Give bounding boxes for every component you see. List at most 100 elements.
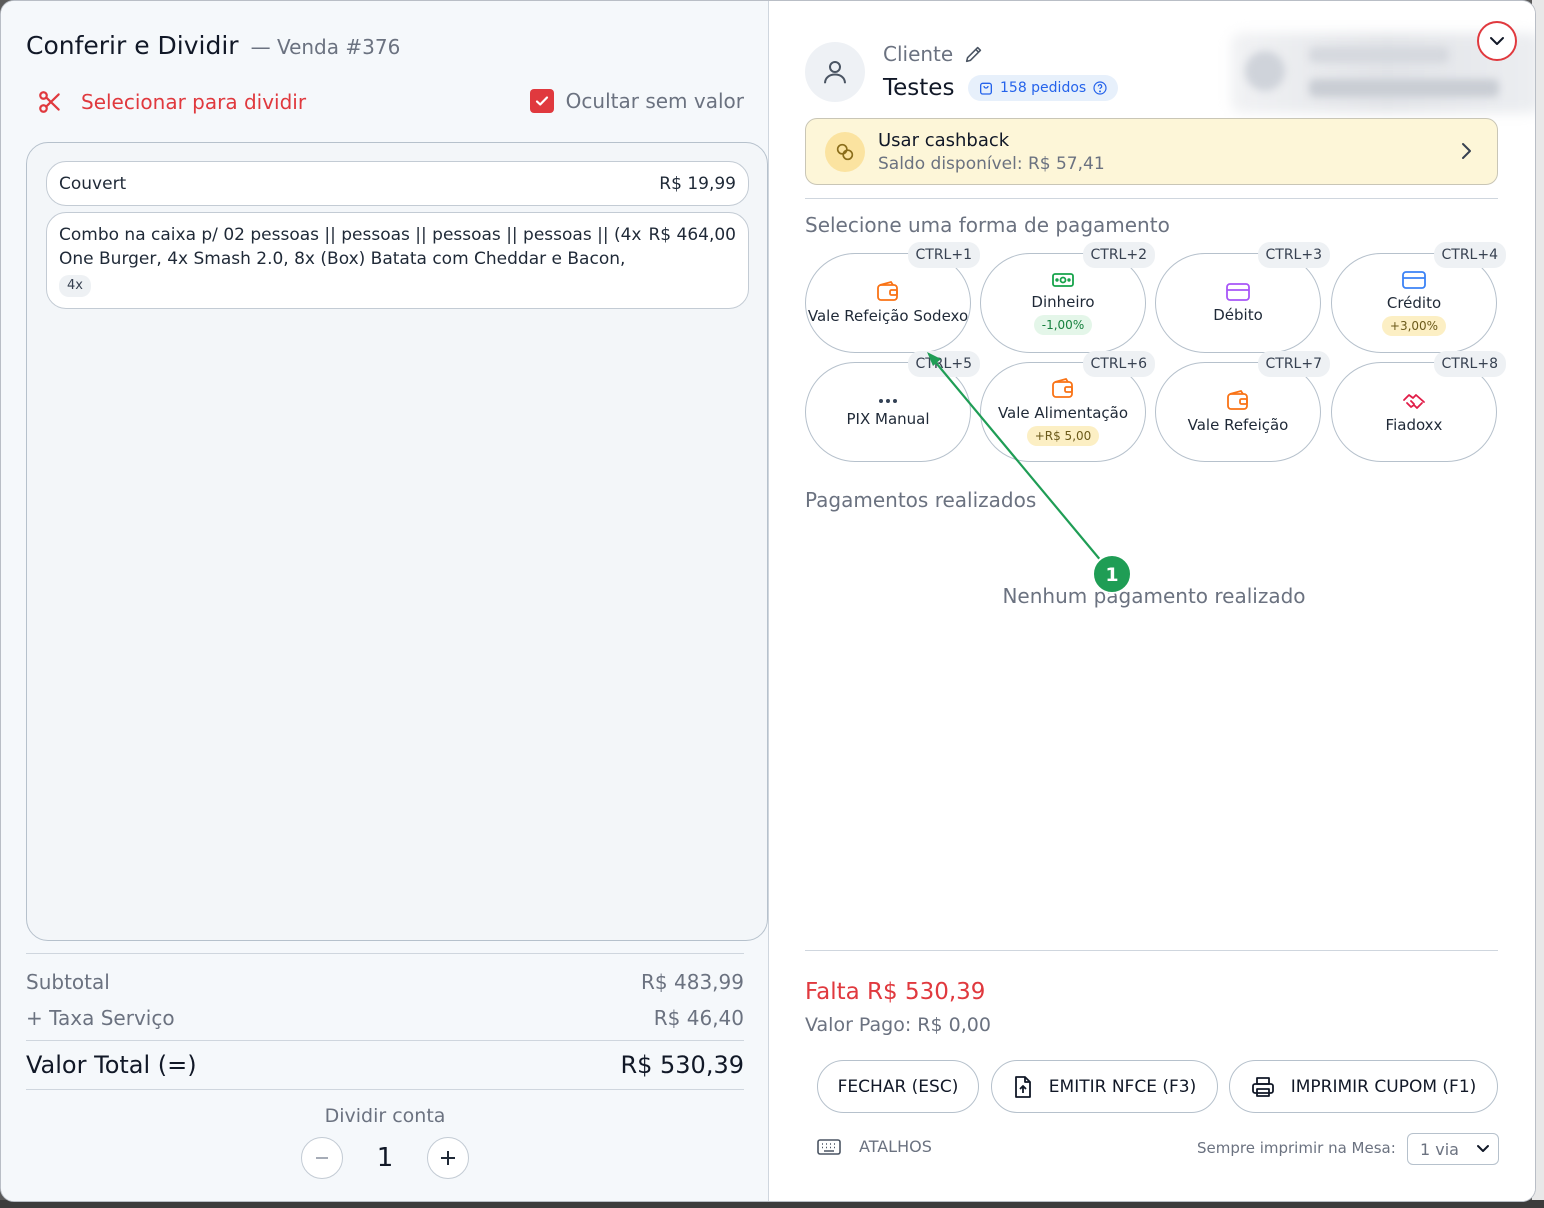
subtotal-value: R$ 483,99 bbox=[641, 970, 744, 994]
totals: Subtotal R$ 483,99 + Taxa Serviço R$ 46,… bbox=[26, 953, 744, 1090]
coins-icon bbox=[825, 132, 865, 172]
scissors-icon bbox=[39, 91, 60, 113]
chevron-down-icon bbox=[1490, 37, 1504, 45]
shortcut-badge: CTRL+2 bbox=[1082, 242, 1155, 268]
divider bbox=[805, 198, 1498, 199]
cashback-title: Usar cashback bbox=[878, 130, 1010, 151]
select-to-split-button[interactable]: Selecionar para dividir bbox=[37, 89, 306, 115]
client-label: Cliente bbox=[883, 42, 954, 66]
payment-method-label: Vale Refeição Sodexo bbox=[807, 307, 969, 325]
empty-payments-message: Nenhum pagamento realizado bbox=[1002, 584, 1306, 608]
print-receipt-button[interactable]: IMPRIMIR CUPOM (F1) bbox=[1229, 1060, 1498, 1113]
service-fee-value: R$ 46,40 bbox=[653, 1006, 744, 1030]
decrement-button[interactable] bbox=[301, 1137, 343, 1179]
divider bbox=[805, 950, 1498, 951]
payment-method-dinheiro[interactable]: CTRL+2 Dinheiro -1,00% bbox=[980, 242, 1155, 353]
file-upload-icon bbox=[1014, 1075, 1031, 1098]
user-icon bbox=[824, 61, 846, 84]
payment-method-vale-alimentacao[interactable]: CTRL+6 Vale Alimentação +R$ 5,00 bbox=[980, 351, 1155, 462]
wallet-icon bbox=[1227, 390, 1248, 410]
shortcut-badge: CTRL+4 bbox=[1433, 242, 1506, 268]
edit-pencil-icon[interactable] bbox=[963, 43, 985, 65]
client-name: Testes bbox=[883, 75, 955, 101]
payment-method-label: Crédito bbox=[1386, 294, 1442, 312]
shortcut-badge: CTRL+1 bbox=[907, 242, 980, 268]
service-fee-row: + Taxa Serviço R$ 46,40 bbox=[26, 1000, 744, 1036]
split-bill-label: Dividir conta bbox=[324, 1105, 446, 1127]
dots-icon bbox=[879, 399, 897, 403]
select-to-split-label: Selecionar para dividir bbox=[81, 90, 307, 114]
annotation-number: 1 bbox=[1105, 564, 1118, 586]
amount-paid: Valor Pago: R$ 0,00 bbox=[805, 1014, 991, 1036]
chevron-down-icon bbox=[1477, 1145, 1489, 1152]
title-row: Conferir e Dividir — Venda #376 bbox=[26, 31, 400, 60]
emit-nfce-button[interactable]: EMITIR NFCE (F3) bbox=[991, 1060, 1218, 1113]
hide-zero-label: Ocultar sem valor bbox=[565, 89, 744, 113]
card-icon bbox=[1402, 271, 1426, 289]
minus-icon bbox=[316, 1157, 328, 1159]
close-sale-label: FECHAR (ESC) bbox=[837, 1076, 959, 1097]
cash-icon bbox=[1052, 273, 1074, 287]
shortcut-badge: CTRL+8 bbox=[1433, 351, 1506, 377]
payments-done-label: Pagamentos realizados bbox=[805, 488, 1037, 512]
split-count: 1 bbox=[376, 1143, 394, 1173]
handshake-icon bbox=[1403, 394, 1425, 409]
fee-badge: +R$ 5,00 bbox=[1026, 426, 1100, 446]
list-item[interactable]: Combo na caixa p/ 02 pessoas || pessoas … bbox=[46, 212, 749, 309]
print-receipt-label: IMPRIMIR CUPOM (F1) bbox=[1290, 1076, 1477, 1097]
blurred-text bbox=[1309, 47, 1449, 63]
printer-icon bbox=[1251, 1076, 1274, 1097]
payment-method-credito[interactable]: CTRL+4 Crédito +3,00% bbox=[1331, 242, 1506, 353]
payment-method-label: Vale Refeição bbox=[1187, 416, 1289, 434]
payment-method-label: Dinheiro bbox=[1031, 293, 1095, 311]
total-value: R$ 530,39 bbox=[620, 1051, 744, 1079]
orders-count: 158 pedidos bbox=[1000, 80, 1087, 96]
payment-methods-label: Selecione uma forma de pagamento bbox=[805, 213, 1170, 237]
cashback-balance: Saldo disponível: R$ 57,41 bbox=[878, 154, 1105, 174]
payment-panel: Cliente Testes 158 pedidos Usar cashback… bbox=[769, 1, 1535, 1201]
subtotal-label: Subtotal bbox=[26, 970, 110, 994]
close-button[interactable] bbox=[1477, 21, 1517, 61]
payment-method-vale-refeicao-sodexo[interactable]: CTRL+1 Vale Refeição Sodexo bbox=[805, 242, 980, 353]
keyboard-icon bbox=[817, 1138, 841, 1155]
print-copies-select[interactable]: 1 via bbox=[1407, 1133, 1499, 1165]
fee-badge: -1,00% bbox=[1033, 315, 1093, 335]
sale-number: — Venda #376 bbox=[250, 35, 401, 59]
increment-button[interactable] bbox=[427, 1137, 469, 1179]
close-sale-button[interactable]: FECHAR (ESC) bbox=[817, 1060, 979, 1113]
subtotal-row: Subtotal R$ 483,99 bbox=[26, 964, 744, 1000]
service-fee-label: + Taxa Serviço bbox=[26, 1006, 175, 1030]
payment-method-vale-refeicao[interactable]: CTRL+7 Vale Refeição bbox=[1155, 351, 1330, 462]
hide-zero-toggle[interactable]: Ocultar sem valor bbox=[529, 89, 744, 113]
orders-badge[interactable]: 158 pedidos bbox=[968, 75, 1119, 101]
payment-method-debito[interactable]: CTRL+3 Débito bbox=[1155, 242, 1330, 353]
wallet-icon bbox=[877, 281, 898, 301]
payment-method-label: Vale Alimentação bbox=[997, 404, 1129, 422]
emit-nfce-label: EMITIR NFCE (F3) bbox=[1048, 1076, 1197, 1097]
shortcut-badge: CTRL+5 bbox=[907, 351, 980, 377]
amount-missing: Falta R$ 530,39 bbox=[805, 979, 986, 1005]
plus-icon bbox=[441, 1151, 455, 1165]
item-name: Combo na caixa p/ 02 pessoas || pessoas … bbox=[59, 225, 642, 269]
payment-method-label: Débito bbox=[1213, 306, 1263, 324]
always-print-label: Sempre imprimir na Mesa: bbox=[1197, 1139, 1396, 1157]
payment-method-pix-manual[interactable]: CTRL+5 PIX Manual bbox=[805, 351, 980, 462]
use-cashback-button[interactable]: Usar cashback Saldo disponível: R$ 57,41 bbox=[805, 118, 1498, 185]
payment-method-fiadoxx[interactable]: CTRL+8 Fiadoxx bbox=[1331, 351, 1506, 462]
item-quantity-badge: 4x bbox=[59, 275, 91, 297]
blurred-text bbox=[1309, 79, 1499, 97]
items-panel: Conferir e Dividir — Venda #376 Selecion… bbox=[1, 1, 769, 1201]
checkout-modal: Conferir e Dividir — Venda #376 Selecion… bbox=[0, 0, 1536, 1202]
shortcut-badge: CTRL+3 bbox=[1257, 242, 1330, 268]
total-label: Valor Total (=) bbox=[26, 1051, 197, 1079]
wallet-icon bbox=[1052, 378, 1073, 398]
list-item[interactable]: Couvert R$ 19,99 bbox=[46, 161, 749, 206]
chevron-right-icon bbox=[1462, 143, 1471, 159]
item-price: R$ 19,99 bbox=[659, 173, 736, 194]
total-row: Valor Total (=) R$ 530,39 bbox=[26, 1040, 744, 1090]
card-icon bbox=[1226, 283, 1250, 301]
shortcuts-button[interactable]: ATALHOS bbox=[817, 1137, 932, 1156]
check-icon bbox=[535, 96, 548, 106]
fee-badge: +3,00% bbox=[1381, 316, 1447, 336]
hide-zero-checkbox[interactable] bbox=[529, 89, 554, 113]
